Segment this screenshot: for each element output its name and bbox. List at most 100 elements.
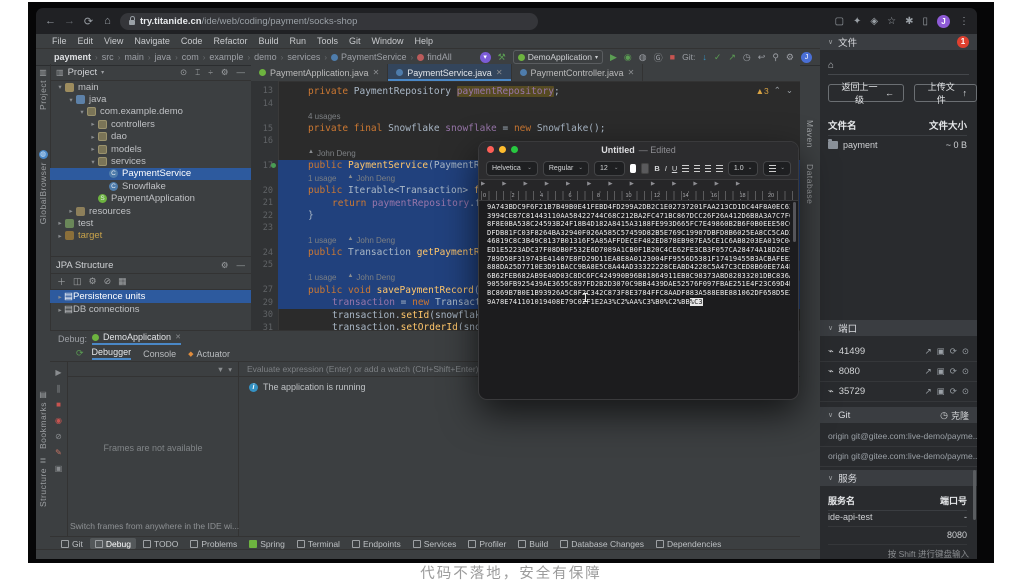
panel-settings-icon[interactable]: ⚙ — [221, 260, 229, 271]
file-row[interactable]: payment ~ 0 B — [828, 140, 967, 150]
camera-icon[interactable]: ▣ — [55, 464, 63, 473]
italic-button[interactable]: I — [665, 164, 667, 173]
user-avatar[interactable]: J — [801, 52, 812, 63]
stop-icon[interactable]: ■ — [56, 400, 61, 409]
textedit-document[interactable]: 9A743BDC9F6F21B7B49B0E41FEBD4FD299A2DB2C… — [479, 200, 798, 399]
scrollbar-thumb[interactable] — [793, 202, 796, 242]
toolwindow-database-changes[interactable]: Database Changes — [555, 538, 649, 549]
filter-icon[interactable]: ▼ — [217, 365, 224, 374]
rerun-icon[interactable]: ⟳ — [76, 348, 84, 359]
port-row-35729[interactable]: ⌁35729↗▣⟳⊙ — [820, 381, 977, 402]
view-icon[interactable]: ◫ — [73, 276, 82, 287]
service-row[interactable]: ide-api-test- — [828, 512, 967, 527]
tree-item-test[interactable]: ▸test — [50, 217, 251, 229]
toolwindow-build[interactable]: Build — [513, 538, 553, 549]
copy-icon[interactable]: ▣ — [937, 346, 945, 357]
breadcrumb-item-paymentservice[interactable]: PaymentService — [331, 52, 407, 62]
text-color-well[interactable] — [630, 164, 636, 173]
stop-icon[interactable]: ⊙ — [962, 366, 969, 377]
jpa-item-persistence-units[interactable]: ▸▤ Persistence units — [50, 290, 251, 303]
back-up-level-button[interactable]: 返回上一级← — [828, 84, 904, 102]
toolwindow-services[interactable]: Services — [408, 538, 462, 549]
git-push-icon[interactable]: ↗ — [728, 52, 736, 63]
sidebar-icon[interactable]: ▯ — [922, 16, 928, 27]
usage-hint[interactable]: 1 usage — [308, 273, 336, 282]
undo-icon[interactable]: ↩ — [758, 52, 766, 63]
stop-icon[interactable]: ■ — [670, 52, 675, 62]
tab-stop-icon[interactable]: ▶ — [608, 181, 612, 189]
open-external-icon[interactable]: ↗ — [925, 366, 932, 377]
menu-item-navigate[interactable]: Navigate — [134, 36, 170, 46]
scrollbar-thumb[interactable] — [973, 470, 976, 520]
extensions-icon[interactable]: ✱ — [905, 16, 913, 27]
tab-stop-icon[interactable]: ▶ — [715, 181, 719, 189]
chevron-down-icon[interactable]: ▾ — [228, 365, 232, 374]
tab-stop-icon[interactable]: ▶ — [651, 181, 655, 189]
tab-paymentapplication-java[interactable]: PaymentApplication.java✕ — [251, 64, 388, 81]
git-section-header[interactable]: ∨ Git ◷克隆 — [820, 407, 977, 423]
profiler-icon[interactable]: Ⓖ — [654, 51, 663, 64]
tree-item-target[interactable]: ▸target — [50, 230, 251, 242]
tree-item-paymentservice[interactable]: CPaymentService — [50, 168, 251, 180]
breadcrumb-item-src[interactable]: src — [102, 52, 114, 62]
tab-stop-icon[interactable]: ▶ — [672, 181, 676, 189]
textedit-title-bar[interactable]: Untitled— Edited — [479, 142, 798, 157]
tab-stop-icon[interactable]: ▶ — [587, 181, 591, 189]
key-icon[interactable]: ✦ — [853, 16, 861, 27]
toolwindow-todo[interactable]: TODO — [138, 538, 183, 549]
tab-paymentservice-java[interactable]: PaymentService.java✕ — [388, 64, 511, 81]
breadcrumb-item-main[interactable]: main — [124, 52, 144, 62]
forward-icon[interactable]: → — [63, 15, 76, 27]
tab-actuator[interactable]: ◆Actuator — [188, 347, 230, 360]
tab-stop-icon[interactable]: ▶ — [502, 181, 506, 189]
home-icon[interactable]: ⌂ — [101, 15, 114, 27]
refresh-icon[interactable]: ⟳ — [950, 366, 957, 377]
breadcrumb-item-com[interactable]: com — [182, 52, 199, 62]
align-left-icon[interactable] — [682, 165, 688, 172]
menu-item-file[interactable]: File — [52, 36, 67, 46]
underline-button[interactable]: U — [672, 164, 677, 173]
refresh-icon[interactable]: ⟳ — [950, 346, 957, 357]
clone-button[interactable]: ◷克隆 — [940, 409, 969, 422]
minimize-icon[interactable] — [499, 146, 506, 153]
locate-icon[interactable]: ⊙ — [180, 67, 187, 78]
panel-settings-icon[interactable]: ⚙ — [221, 67, 229, 78]
upload-file-button[interactable]: 上传文件↑ — [914, 84, 977, 102]
port-row-8080[interactable]: ⌁8080↗▣⟳⊙ — [820, 361, 977, 382]
breadcrumb-item-demo[interactable]: demo — [254, 52, 277, 62]
sidebar-item-maven[interactable]: Maven — [800, 120, 820, 148]
tab-stop-icon[interactable]: ▶ — [693, 181, 697, 189]
git-commit-icon[interactable]: ✓ — [714, 52, 722, 63]
tab-stop-icon[interactable]: ▶ — [523, 181, 527, 189]
resume-icon[interactable]: ▶ — [55, 368, 61, 377]
tree-item-models[interactable]: ▸models — [50, 143, 251, 155]
tree-item-snowflake[interactable]: CSnowflake — [50, 180, 251, 192]
align-justify-icon[interactable] — [705, 165, 711, 172]
toolwindow-debug[interactable]: Debug — [90, 538, 136, 549]
run-icon[interactable]: ▶ — [610, 52, 617, 63]
tab-debugger[interactable]: Debugger — [92, 347, 132, 360]
font-family-select[interactable]: Helvetica⌄ — [486, 161, 538, 176]
tab-stop-icon[interactable]: ▶ — [545, 181, 549, 189]
close-icon[interactable]: ✕ — [628, 68, 635, 77]
toolwindow-spring[interactable]: Spring — [244, 538, 290, 549]
breadcrumb-item-payment[interactable]: payment — [54, 52, 91, 62]
files-path-row[interactable]: ⌂ — [828, 56, 969, 75]
close-icon[interactable]: ✕ — [373, 68, 380, 77]
author-hint[interactable]: ▲John Deng — [347, 273, 395, 282]
tree-item-services[interactable]: ▾services — [50, 155, 251, 167]
jpa-item-db-connections[interactable]: ▸▤ DB connections — [50, 303, 251, 316]
align-right-icon[interactable] — [716, 165, 722, 172]
tree-item-resources[interactable]: ▸resources — [50, 205, 251, 217]
search-icon[interactable]: ⚲ — [772, 52, 779, 63]
author-hint[interactable]: ▲John Deng — [347, 174, 395, 183]
menu-item-edit[interactable]: Edit — [78, 36, 94, 46]
font-style-select[interactable]: Regular⌄ — [543, 161, 589, 176]
files-section-header[interactable]: ∨ 文件 1 — [820, 34, 977, 50]
build-icon[interactable]: ⚒ — [498, 52, 506, 63]
stop-icon[interactable]: ⊙ — [962, 346, 969, 357]
list-style-select[interactable]: ⌄ — [763, 161, 791, 176]
close-icon[interactable] — [487, 146, 494, 153]
menu-item-git[interactable]: Git — [349, 36, 361, 46]
git-remote-row[interactable]: origin git@gitee.com:live-demo/payme... — [820, 446, 977, 467]
